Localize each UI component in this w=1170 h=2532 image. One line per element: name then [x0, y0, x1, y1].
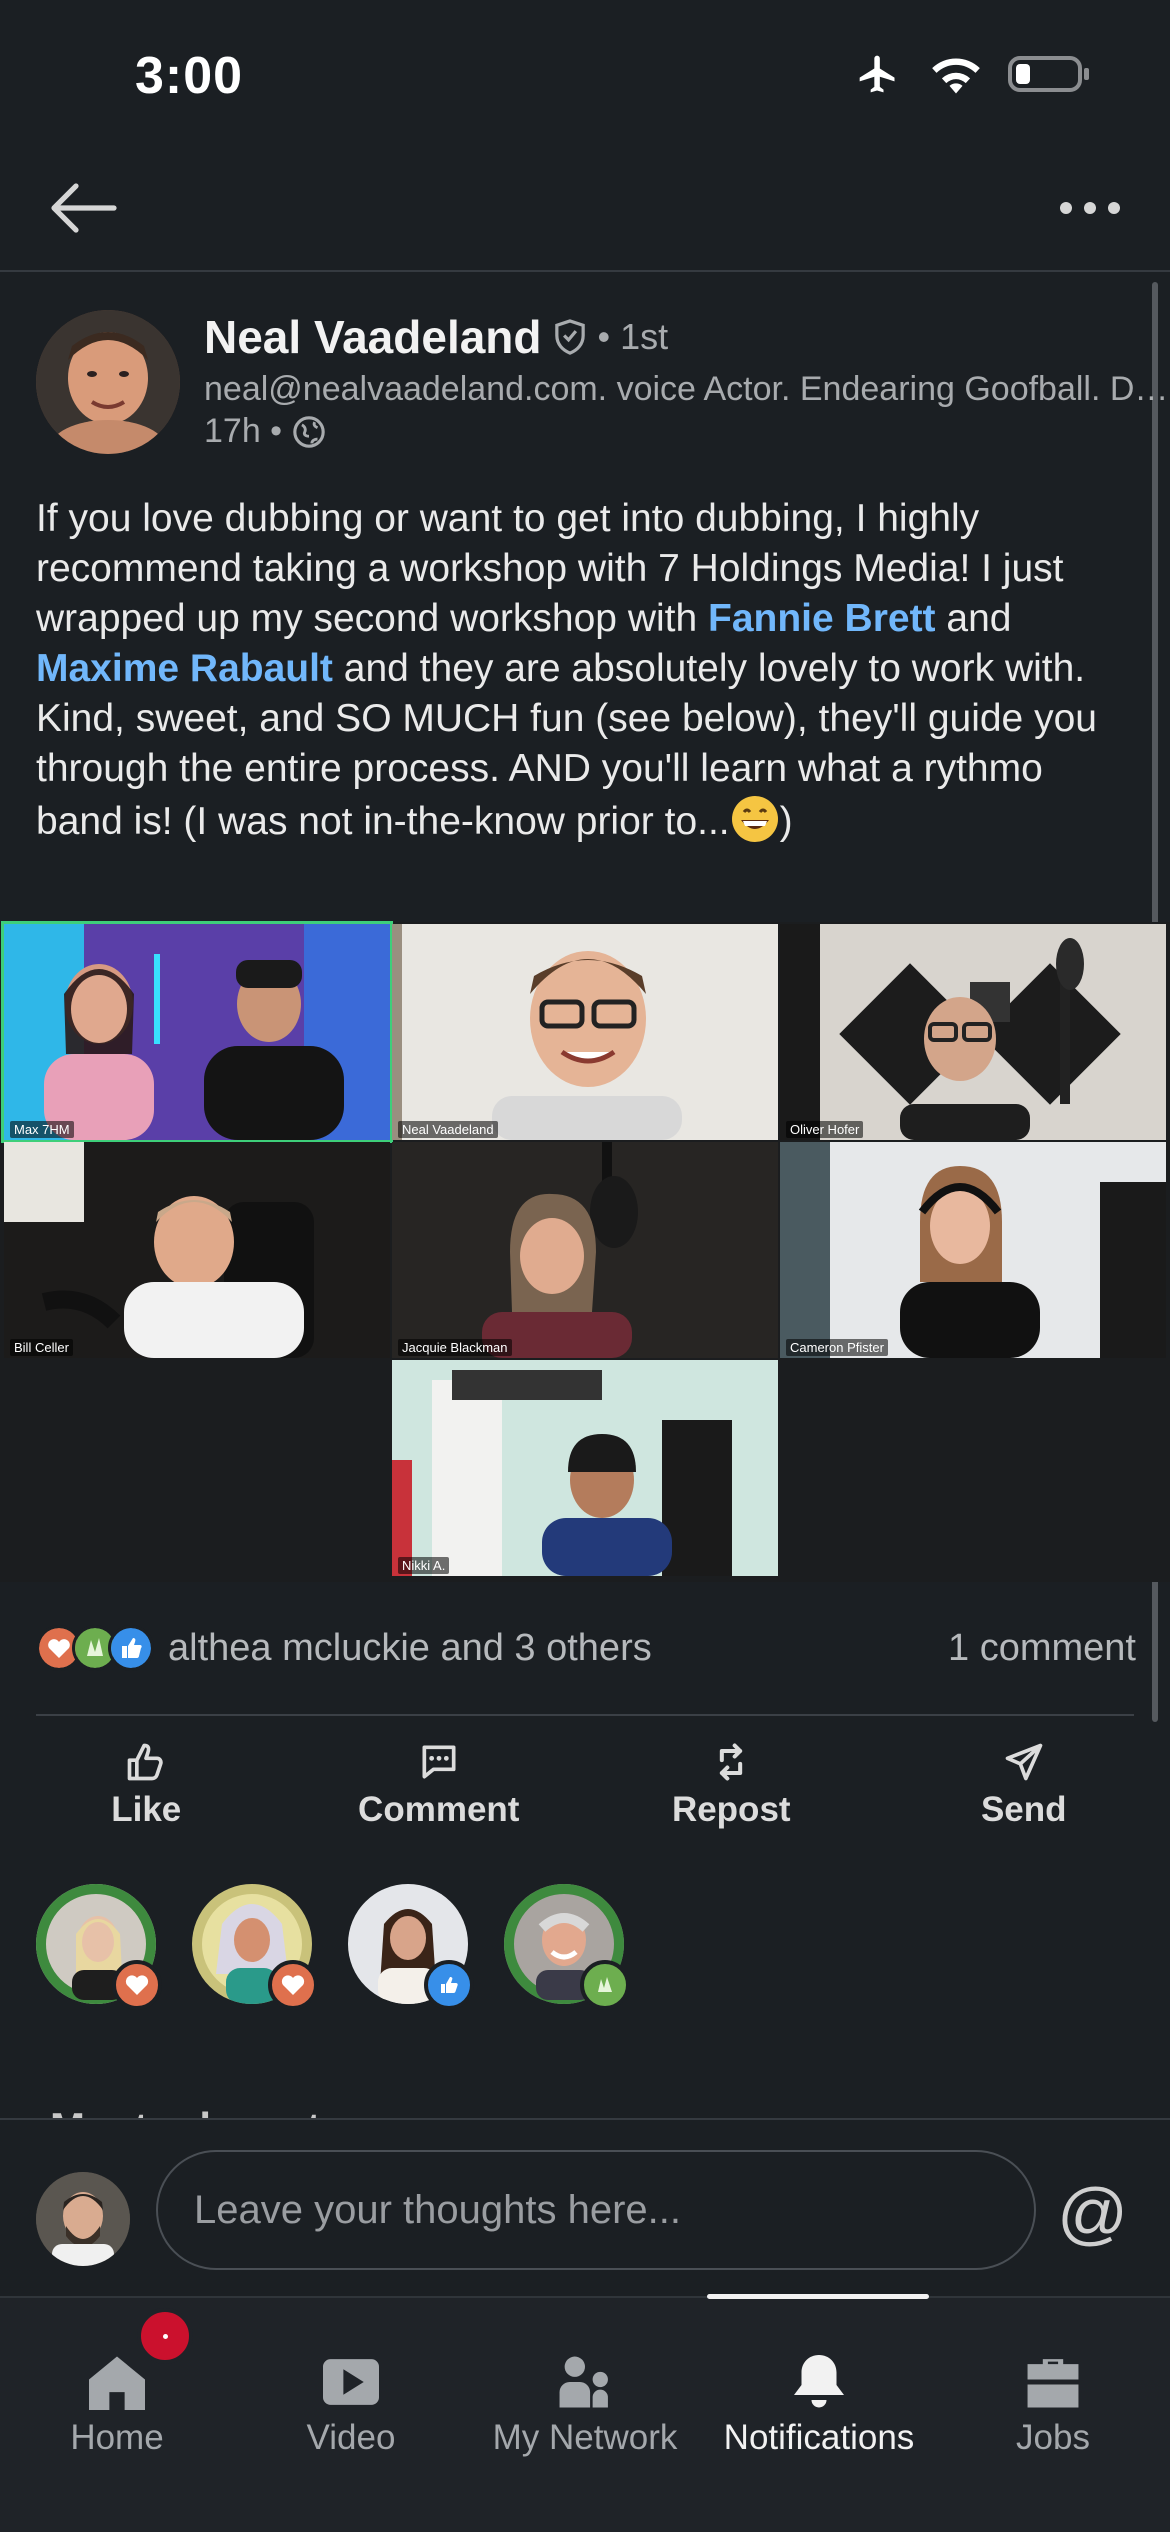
video-tile: Max 7HM — [1, 921, 393, 1143]
author-avatar[interactable] — [36, 310, 180, 454]
video-tile: Bill Celler — [4, 1142, 390, 1358]
tab-home[interactable]: Home — [0, 2298, 234, 2458]
briefcase-icon — [1027, 2359, 1079, 2408]
post-header: Neal Vaadeland • 1st neal@nealvaadeland.… — [36, 306, 1170, 456]
reaction-icons — [36, 1625, 154, 1671]
bottom-tab-bar: Home Video My Network Notifications Jobs — [0, 2294, 1170, 2532]
status-icons — [852, 52, 1090, 96]
like-badge-icon — [424, 1960, 474, 2010]
video-tile: Jacquie Blackman — [392, 1142, 778, 1358]
author-name-row: Neal Vaadeland • 1st — [204, 310, 668, 364]
tab-label: Jobs — [1016, 2418, 1090, 2457]
ellipsis-icon — [1060, 202, 1120, 214]
home-icon — [89, 2356, 145, 2410]
tile-name: Bill Celler — [10, 1339, 73, 1356]
reactor-avatars — [36, 1884, 630, 2014]
tile-name: Oliver Hofer — [786, 1121, 864, 1138]
battery-icon — [1008, 56, 1089, 92]
video-tile: Oliver Hofer — [780, 924, 1166, 1140]
post-image-video-call[interactable]: Max 7HM Neal Vaadeland Oliver Hofer Bill… — [0, 921, 1170, 1582]
comment-count[interactable]: 1 comment — [948, 1627, 1136, 1670]
network-icon — [559, 2356, 608, 2408]
send-label: Send — [980, 1790, 1067, 1829]
reactor-avatar[interactable] — [192, 1884, 318, 2010]
video-tile: Cameron Pfister — [780, 1142, 1166, 1358]
tab-label: Video — [306, 2418, 396, 2457]
tab-my-network[interactable]: My Network — [468, 2298, 702, 2458]
send-icon — [1005, 1743, 1043, 1781]
video-tile: Neal Vaadeland — [392, 924, 778, 1140]
sort-most-relevant[interactable]: Most relevant — [50, 2098, 321, 2118]
like-reaction-icon — [108, 1625, 154, 1671]
heart-badge-icon — [268, 1960, 318, 2010]
grinning-emoji-icon — [731, 796, 778, 842]
notification-badge — [137, 2308, 193, 2364]
verified-shield-icon — [554, 319, 585, 355]
comment-icon — [422, 1745, 456, 1779]
tab-notifications[interactable]: Notifications — [702, 2298, 936, 2458]
repost-button[interactable]: Repost — [585, 1730, 878, 1840]
video-tile: Nikki A. — [392, 1360, 778, 1576]
wifi-icon — [932, 58, 980, 94]
author-name[interactable]: Neal Vaadeland — [204, 310, 542, 364]
tab-label: Notifications — [723, 2418, 915, 2457]
arrow-left-icon — [51, 183, 117, 233]
tab-label: My Network — [492, 2418, 678, 2457]
reactor-avatar[interactable] — [348, 1884, 474, 2010]
tab-label: Home — [70, 2418, 164, 2457]
mention-fannie-brett[interactable]: Fannie Brett — [708, 597, 936, 640]
globe-icon — [293, 415, 325, 448]
status-bar: 3:00 — [0, 0, 1170, 150]
repost-icon — [720, 1743, 743, 1781]
current-user-avatar — [36, 2172, 130, 2266]
celebrate-badge-icon — [580, 1960, 630, 2010]
like-label: Like — [111, 1790, 182, 1829]
video-icon — [323, 2359, 379, 2405]
bell-icon — [794, 2355, 844, 2408]
mention-button[interactable]: @ — [1057, 2178, 1128, 2248]
mention-maxime-rabault[interactable]: Maxime Rabault — [36, 647, 333, 690]
tile-name: Cameron Pfister — [786, 1339, 888, 1356]
comment-label: Comment — [358, 1790, 520, 1829]
post-text-part4: ) — [779, 800, 793, 843]
divider — [36, 1714, 1134, 1716]
post-body: If you love dubbing or want to get into … — [36, 494, 1136, 847]
author-headline: neal@nealvaadeland.com. voice Actor. End… — [204, 370, 1170, 408]
post-text-part2: and — [935, 597, 1012, 640]
post-time: 17h • — [204, 412, 283, 450]
tab-jobs[interactable]: Jobs — [936, 2298, 1170, 2458]
comment-composer: @ — [0, 2118, 1170, 2296]
tab-video[interactable]: Video — [234, 2298, 468, 2458]
reactor-avatar[interactable] — [504, 1884, 630, 2010]
post-action-bar: Like Comment Repost Send — [0, 1730, 1170, 1840]
comment-button[interactable]: Comment — [293, 1730, 586, 1840]
back-button[interactable] — [46, 178, 120, 238]
post-meta: 17h • — [204, 412, 326, 451]
like-icon — [127, 1743, 163, 1781]
status-time: 3:00 — [135, 47, 244, 105]
tile-name: Jacquie Blackman — [398, 1339, 512, 1356]
repost-label: Repost — [671, 1790, 791, 1829]
tile-name: Max 7HM — [10, 1121, 74, 1138]
tile-name: Nikki A. — [398, 1557, 450, 1574]
reactions-summary[interactable]: althea mcluckie and 3 others 1 comment — [36, 1618, 1136, 1678]
more-options-button[interactable] — [1050, 178, 1130, 238]
comment-input[interactable] — [156, 2150, 1036, 2270]
tile-name: Neal Vaadeland — [398, 1121, 498, 1138]
send-button[interactable]: Send — [878, 1730, 1170, 1840]
reactor-avatar[interactable] — [36, 1884, 162, 2010]
top-nav — [0, 150, 1170, 272]
reactors-text[interactable]: althea mcluckie and 3 others — [168, 1627, 652, 1670]
airplane-icon — [859, 55, 895, 93]
like-button[interactable]: Like — [0, 1730, 293, 1840]
connection-degree: • 1st — [597, 316, 669, 357]
heart-badge-icon — [112, 1960, 162, 2010]
